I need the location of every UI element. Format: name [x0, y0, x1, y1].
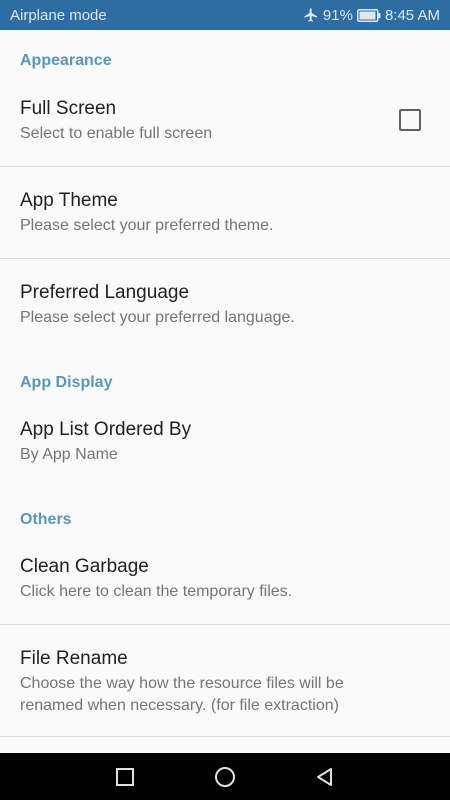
battery-percent: 91%	[322, 6, 353, 24]
pref-app-theme[interactable]: App Theme Please select your preferred t…	[0, 167, 450, 258]
pref-app-theme-summary: Please select your preferred theme.	[20, 217, 274, 234]
divider	[0, 736, 450, 737]
pref-clean-garbage[interactable]: Clean Garbage Click here to clean the te…	[0, 533, 450, 624]
full-screen-checkbox[interactable]	[399, 109, 421, 131]
pref-full-screen-title: Full Screen	[20, 98, 117, 119]
pref-clean-garbage-title: Clean Garbage	[20, 556, 149, 577]
pref-app-list-ordered-by-summary: By App Name	[20, 446, 118, 463]
airplane-icon	[304, 8, 317, 22]
recents-icon	[116, 768, 134, 786]
home-icon	[215, 767, 235, 787]
status-bar: Airplane mode 91% 8:45 AM	[0, 0, 450, 30]
section-header-app-display: App Display	[20, 374, 113, 391]
pref-file-rename[interactable]: File Rename Choose the way how the resou…	[0, 625, 450, 736]
pref-preferred-language[interactable]: Preferred Language Please select your pr…	[0, 259, 450, 350]
pref-full-screen-summary: Select to enable full screen	[20, 125, 213, 142]
clock: 8:45 AM	[384, 6, 440, 24]
recents-button[interactable]	[111, 763, 139, 791]
settings-list: Appearance Full Screen Select to enable …	[0, 30, 450, 753]
pref-preferred-language-summary: Please select your preferred language.	[20, 309, 295, 326]
pref-clean-garbage-summary: Click here to clean the temporary files.	[20, 583, 293, 600]
battery-icon	[356, 8, 381, 22]
pref-app-list-ordered-by[interactable]: App List Ordered By By App Name	[0, 396, 450, 487]
airplane-mode-text: Airplane mode	[10, 6, 107, 24]
pref-file-rename-summary: Choose the way how the resource files wi…	[20, 675, 344, 714]
home-button[interactable]	[211, 763, 239, 791]
pref-full-screen[interactable]: Full Screen Select to enable full screen	[0, 74, 450, 166]
pref-app-theme-title: App Theme	[20, 190, 118, 211]
back-icon	[317, 768, 332, 786]
back-button[interactable]	[311, 763, 339, 791]
pref-file-rename-title: File Rename	[20, 648, 128, 669]
status-indicators: 91% 8:45 AM	[303, 7, 440, 24]
navigation-bar	[0, 753, 450, 800]
section-header-appearance: Appearance	[20, 52, 112, 69]
pref-app-list-ordered-by-title: App List Ordered By	[20, 419, 192, 440]
section-header-others: Others	[20, 511, 72, 528]
pref-preferred-language-title: Preferred Language	[20, 282, 190, 303]
